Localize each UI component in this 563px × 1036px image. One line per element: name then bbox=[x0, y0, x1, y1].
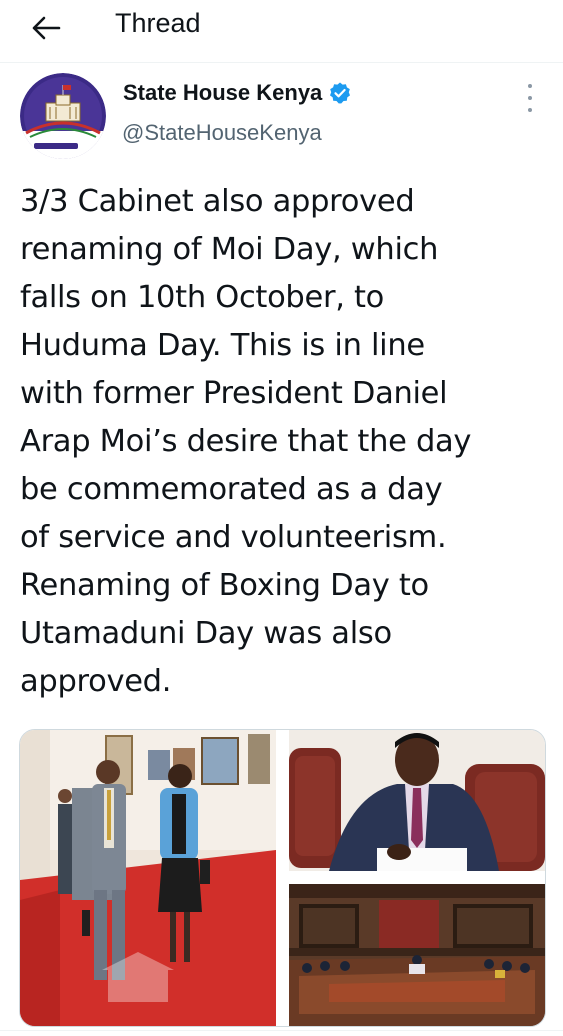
arrow-left-icon bbox=[32, 16, 61, 40]
more-options-button[interactable] bbox=[520, 84, 540, 112]
tweet-text: 3/3 Cabinet also approved renaming of Mo… bbox=[20, 184, 472, 699]
photo-man-signing-document[interactable] bbox=[289, 730, 545, 871]
photo-officials-walking-red-carpet[interactable] bbox=[20, 730, 276, 1026]
divider bbox=[0, 1030, 563, 1031]
photo-cabinet-meeting-room[interactable] bbox=[289, 884, 545, 1026]
page-title: Thread bbox=[115, 8, 201, 38]
verified-badge-icon bbox=[330, 82, 351, 104]
author-name-row[interactable]: State House Kenya bbox=[123, 80, 352, 106]
avatar[interactable] bbox=[20, 73, 106, 159]
tweet-media-grid bbox=[19, 729, 546, 1027]
state-house-logo bbox=[20, 73, 106, 159]
author-handle[interactable]: @StateHouseKenya bbox=[122, 120, 322, 146]
back-button[interactable] bbox=[28, 10, 64, 46]
author-display-name[interactable]: State House Kenya bbox=[123, 80, 322, 106]
thread-header: Thread bbox=[0, 0, 563, 63]
more-vertical-icon bbox=[528, 84, 532, 88]
